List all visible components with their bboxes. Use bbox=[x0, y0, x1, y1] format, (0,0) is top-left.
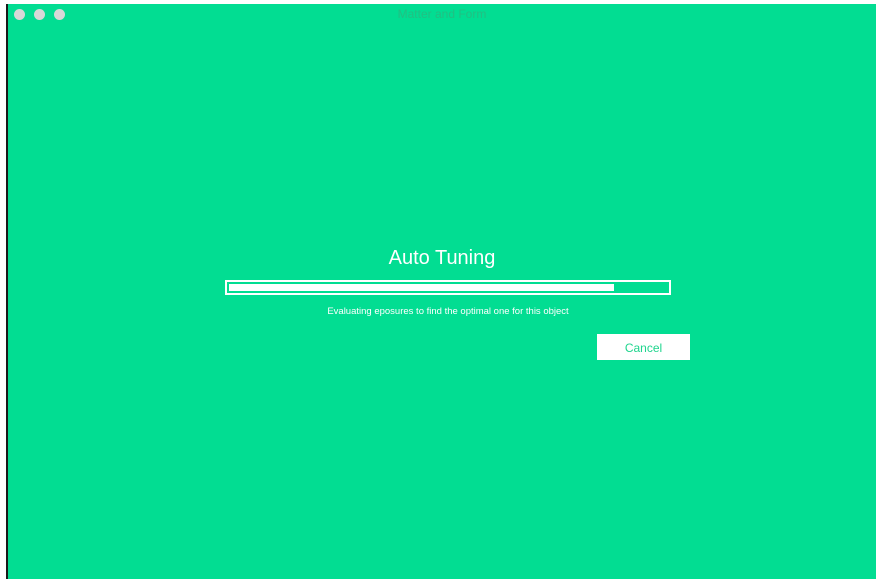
status-text: Evaluating eposures to find the optimal … bbox=[327, 306, 569, 317]
dialog-heading: Auto Tuning bbox=[388, 247, 496, 269]
cancel-button[interactable]: Cancel bbox=[597, 334, 690, 360]
progress-bar-fill bbox=[229, 284, 614, 291]
app-window: Matter and Form Auto Tuning Evaluating e… bbox=[8, 4, 876, 579]
titlebar: Matter and Form bbox=[8, 4, 876, 24]
progress-bar bbox=[225, 280, 671, 295]
window-title: Matter and Form bbox=[397, 7, 487, 21]
